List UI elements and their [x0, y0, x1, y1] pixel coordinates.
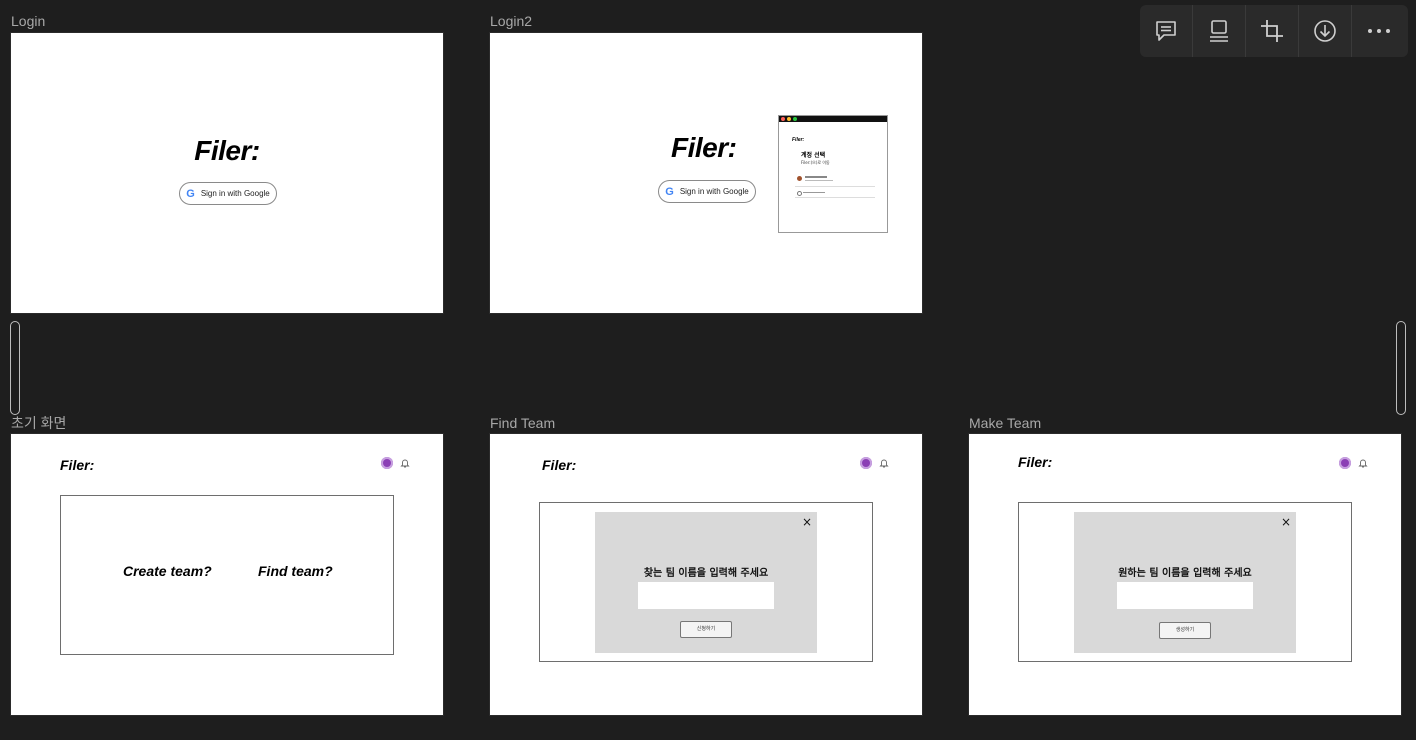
create-team-link[interactable]: Create team?: [123, 563, 212, 579]
popup-logo: Filer:: [792, 137, 805, 143]
other-account-line[interactable]: [803, 192, 825, 193]
header-logo[interactable]: Filer:: [1018, 454, 1052, 470]
account-name-line: [805, 176, 827, 178]
minimize-dot-icon: [787, 117, 791, 121]
google-icon: G: [186, 187, 195, 200]
comment-button[interactable]: [1140, 5, 1193, 57]
popup-title: 계정 선택: [801, 152, 826, 159]
modal-backdrop: × 원하는 팀 이름을 입력해 주세요 생성하기: [1018, 502, 1352, 662]
find-team-modal: × 찾는 팀 이름을 입력해 주세요 신청하기: [595, 512, 817, 653]
account-chooser-popup: Filer: 계정 선택 Filer:(으)로 이동: [778, 115, 888, 233]
popup-divider: [795, 197, 875, 198]
avatar[interactable]: [860, 457, 872, 469]
frame-toolbar: [1140, 5, 1408, 57]
frame-label-find-team[interactable]: Find Team: [490, 415, 555, 431]
left-resize-handle[interactable]: [10, 321, 20, 415]
popup-titlebar: [779, 116, 887, 122]
other-account-icon: [797, 191, 802, 196]
frame-label-login2[interactable]: Login2: [490, 13, 532, 29]
modal-backdrop: × 찾는 팀 이름을 입력해 주세요 신청하기: [539, 502, 873, 662]
bell-icon[interactable]: [879, 458, 889, 468]
close-icon[interactable]: ×: [1281, 515, 1291, 529]
account-email-line: [805, 180, 833, 181]
more-icon: [1367, 29, 1390, 33]
popup-subtitle: Filer:(으)로 이동: [801, 160, 830, 165]
modal-title: 찾는 팀 이름을 입력해 주세요: [643, 568, 769, 579]
popup-divider: [795, 186, 875, 187]
header-logo[interactable]: Filer:: [60, 457, 94, 473]
frame-initial[interactable]: Filer: Create team? Find team?: [11, 434, 443, 715]
header-logo[interactable]: Filer:: [542, 457, 576, 473]
modal-title: 원하는 팀 이름을 입력해 주세요: [1118, 568, 1252, 579]
avatar[interactable]: [1339, 457, 1351, 469]
choice-panel: Create team? Find team?: [60, 495, 394, 655]
apply-button[interactable]: 신청하기: [680, 621, 732, 638]
close-icon[interactable]: ×: [802, 515, 812, 529]
frame-login2[interactable]: Filer: G Sign in with Google Filer: 계정 선…: [490, 33, 922, 313]
more-button[interactable]: [1352, 5, 1405, 57]
frame-login[interactable]: Filer: G Sign in with Google: [11, 33, 443, 313]
bell-icon[interactable]: [400, 458, 410, 468]
logo: Filer:: [671, 132, 737, 163]
team-name-input[interactable]: [638, 582, 774, 609]
frame-label-initial[interactable]: 초기 화면: [11, 415, 66, 431]
right-resize-handle[interactable]: [1396, 321, 1406, 415]
create-button[interactable]: 생성하기: [1159, 622, 1211, 639]
crop-button[interactable]: [1246, 5, 1299, 57]
zoom-dot-icon: [793, 117, 797, 121]
bell-icon[interactable]: [1358, 458, 1368, 468]
frame-label-login[interactable]: Login: [11, 13, 45, 29]
frame-button[interactable]: [1193, 5, 1246, 57]
google-signin-button[interactable]: G Sign in with Google: [658, 180, 756, 203]
google-signin-button[interactable]: G Sign in with Google: [179, 182, 277, 205]
close-dot-icon: [781, 117, 785, 121]
find-team-link[interactable]: Find team?: [258, 563, 333, 579]
download-icon: [1314, 20, 1336, 42]
download-button[interactable]: [1299, 5, 1352, 57]
logo: Filer:: [194, 135, 260, 166]
account-avatar: [797, 176, 802, 181]
team-name-input[interactable]: [1117, 582, 1253, 609]
frame-find-team[interactable]: Filer: × 찾는 팀 이름을 입력해 주세요 신청하기: [490, 434, 922, 715]
frame-label-make-team[interactable]: Make Team: [969, 415, 1041, 431]
google-signin-label: Sign in with Google: [200, 189, 270, 198]
google-signin-label: Sign in with Google: [679, 187, 749, 196]
crop-icon: [1261, 20, 1283, 42]
avatar[interactable]: [381, 457, 393, 469]
comment-icon: [1156, 21, 1176, 41]
make-team-modal: × 원하는 팀 이름을 입력해 주세요 생성하기: [1074, 512, 1296, 653]
frame-make-team[interactable]: Filer: × 원하는 팀 이름을 입력해 주세요 생성하기: [969, 434, 1401, 715]
frame-icon: [1210, 20, 1228, 42]
google-icon: G: [665, 185, 674, 198]
